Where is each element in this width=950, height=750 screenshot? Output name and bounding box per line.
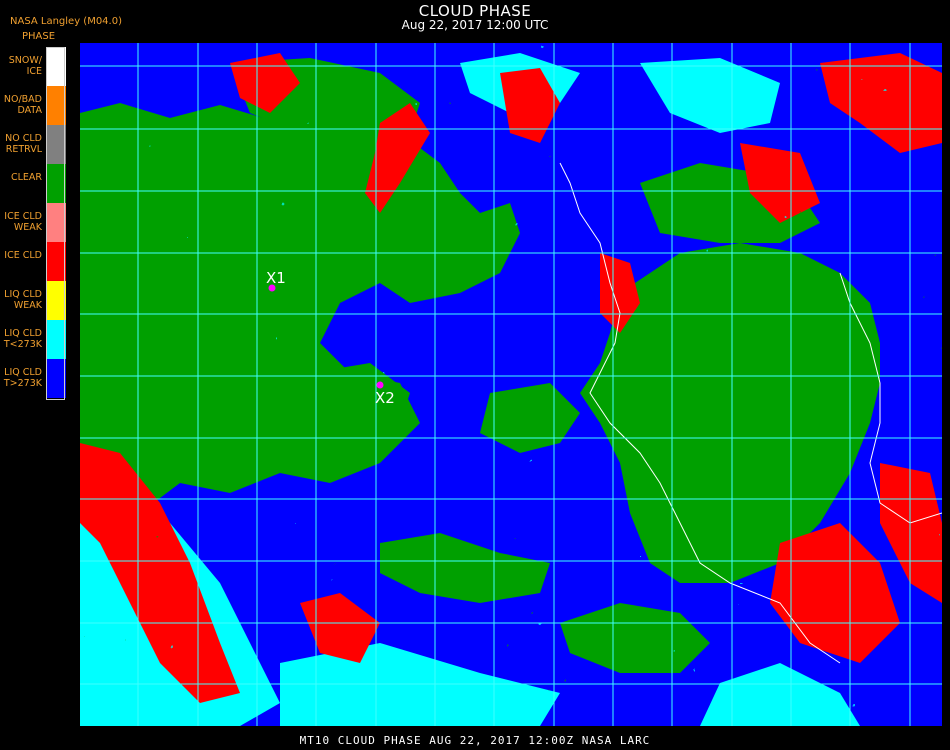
legend-label: NO/BAD DATA: [3, 94, 42, 116]
legend-border: [46, 47, 65, 400]
legend-label: LIQ CLD T>273K: [3, 367, 42, 389]
marker-dot: [376, 381, 384, 389]
provider-label: NASA Langley (M04.0): [10, 16, 122, 27]
legend-title: PHASE: [22, 31, 56, 42]
legend-label: NO CLD RETRVL: [5, 133, 42, 155]
legend-label: ICE CLD: [4, 250, 42, 261]
legend-label: CLEAR: [10, 172, 42, 183]
marker-label: X2: [375, 389, 395, 407]
map-timestamp: Aug 22, 2017 12:00 UTC: [401, 18, 549, 32]
footer-caption: MT10 CLOUD PHASE AUG 22, 2017 12:00Z NAS…: [299, 734, 651, 747]
cloud-phase-map: X1 X2: [80, 43, 942, 726]
legend-label: LIQ CLD WEAK: [4, 289, 42, 311]
clear-speckle-texture: [80, 43, 942, 726]
legend-label: ICE CLD WEAK: [4, 211, 42, 233]
legend-label: LIQ CLD T<273K: [3, 328, 42, 350]
marker-label: X1: [266, 269, 286, 287]
legend-label: SNOW/ ICE: [8, 55, 42, 77]
